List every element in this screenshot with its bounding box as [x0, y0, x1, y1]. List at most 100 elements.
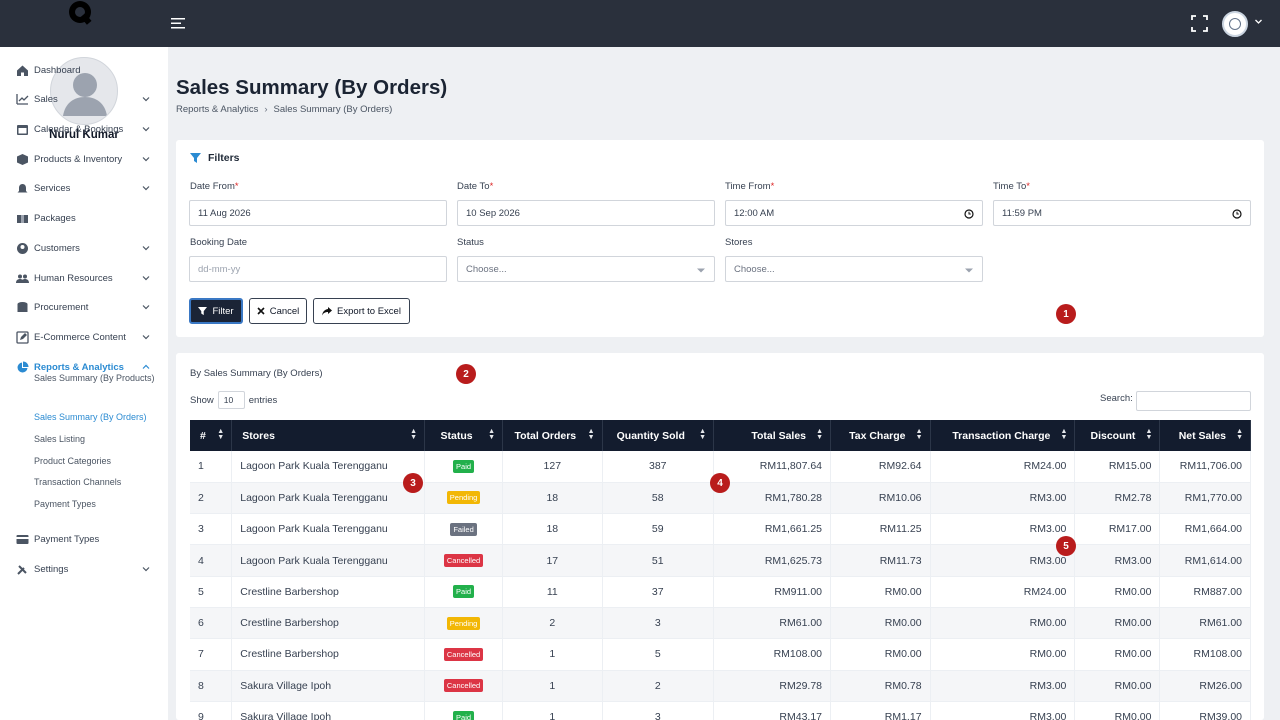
column-header-label: Quantity Sold [616, 429, 685, 442]
sidebar-subitem[interactable]: Payment Types [34, 498, 159, 510]
table-cell: RM15.00 [1074, 451, 1161, 483]
sidebar-item-calendar-bookings[interactable]: Calendar & Bookings [0, 118, 168, 140]
sidebar-item-sales[interactable]: Sales [0, 88, 168, 110]
chevron-down-icon [142, 335, 150, 340]
table-cell: 1 [190, 451, 233, 483]
filter-button[interactable]: Filter [189, 298, 243, 324]
sidebar-subitem[interactable]: Product Categories [34, 455, 159, 467]
menu-toggle-icon[interactable] [170, 15, 186, 31]
table-cell: RM3.00 [930, 701, 1076, 720]
date-to-input[interactable]: 10 Sep 2026 [457, 200, 715, 226]
column-header[interactable]: Tax Charge ▲ ▼ [830, 420, 931, 451]
table-cell: Sakura Village Ipoh [231, 701, 426, 720]
chevron-down-icon [142, 127, 150, 132]
sidebar-subitem[interactable]: Sales Summary (By Orders) [34, 411, 159, 423]
sidebar-item-customers[interactable]: Customers [0, 237, 168, 259]
table-cell: RM0.00 [830, 576, 931, 608]
status-select[interactable]: Choose... [457, 256, 715, 282]
sidebar-item-products-inventory[interactable]: Products & Inventory [0, 148, 168, 170]
sidebar-item-e-commerce-content[interactable]: E-Commerce Content [0, 326, 168, 348]
sort-icon: ▲ ▼ [699, 428, 707, 441]
sidebar: Nurul Kumar Dashboard Sales Calendar & Boo… [0, 47, 168, 720]
entries-label: entries [248, 394, 278, 406]
chevron-down-icon [142, 567, 150, 572]
column-header[interactable]: Quantity Sold ▲ ▼ [602, 420, 715, 451]
table-cell: RM0.00 [1074, 576, 1161, 608]
stores-label: Stores [725, 237, 753, 248]
credit-card-icon [16, 533, 29, 546]
date-from-input[interactable]: 11 Aug 2026 [189, 200, 447, 226]
table-cell: RM26.00 [1159, 670, 1251, 702]
sidebar-item-dashboard[interactable]: Dashboard [0, 59, 168, 81]
chart-line-icon [16, 93, 29, 106]
app-logo[interactable] [64, 0, 96, 28]
chevron-down-icon [142, 157, 150, 162]
table-cell: RM911.00 [713, 576, 832, 608]
table-cell: 3 [602, 701, 715, 720]
sidebar-item-label: Procurement [34, 301, 89, 313]
home-icon [16, 64, 29, 77]
top-navbar [0, 0, 1280, 47]
entries-select[interactable]: 10 [217, 391, 245, 409]
sidebar-item-settings[interactable]: Settings [0, 558, 168, 580]
table-cell: 7 [190, 638, 233, 671]
filter-icon [198, 306, 208, 315]
sidebar-item-label: Human Resources [34, 272, 113, 284]
table-cell: 18 [502, 513, 603, 546]
search-input[interactable] [1136, 391, 1251, 411]
column-header[interactable]: Stores ▲ ▼ [231, 420, 426, 451]
booking-date-input[interactable]: dd-mm-yy [189, 256, 447, 282]
chevron-down-icon[interactable] [1254, 17, 1263, 26]
column-header[interactable]: Net Sales ▲ ▼ [1159, 420, 1251, 451]
column-header[interactable]: # ▲ ▼ [190, 420, 233, 451]
table-cell: RM29.78 [713, 670, 832, 702]
time-to-input[interactable]: 11:59 PM [993, 200, 1251, 226]
table-cell: RM1,780.28 [713, 482, 832, 515]
sidebar-item-procurement[interactable]: Procurement [0, 296, 168, 318]
export-excel-button[interactable]: Export to Excel [313, 298, 410, 324]
table-cell: Failed [424, 513, 504, 546]
sort-icon: ▲ ▼ [217, 428, 225, 441]
time-from-input[interactable]: 12:00 AM [725, 200, 983, 226]
sidebar-item-human-resources[interactable]: Human Resources [0, 267, 168, 289]
status-badge: Paid [453, 459, 475, 473]
fullscreen-icon[interactable] [1191, 15, 1208, 32]
chevron-down-icon [142, 97, 150, 102]
table-row: 3 Lagoon Park Kuala Terengganu Failed 18 59 R… [190, 513, 1251, 546]
breadcrumb-item[interactable]: Reports & Analytics [176, 104, 258, 115]
sidebar-subitem[interactable]: Sales Listing [34, 433, 159, 445]
chevron-down-icon [142, 186, 150, 191]
table-cell: 1 [502, 638, 603, 671]
database-icon [16, 301, 29, 314]
table-cell: Crestline Barbershop [231, 576, 426, 608]
sidebar-subitem[interactable]: Transaction Channels [34, 476, 159, 488]
user-avatar[interactable] [1222, 11, 1248, 37]
cancel-button[interactable]: Cancel [249, 298, 307, 324]
column-header[interactable]: Status ▲ ▼ [424, 420, 504, 451]
table-cell: RM0.00 [1074, 701, 1161, 720]
table-cell: 1 [502, 670, 603, 702]
breadcrumb-separator: › [264, 104, 268, 115]
stores-select[interactable]: Choose... [725, 256, 983, 282]
annotation-marker: 5 [1056, 536, 1076, 556]
table-cell: RM3.00 [930, 482, 1076, 515]
column-header[interactable]: Discount ▲ ▼ [1074, 420, 1161, 451]
sidebar-subitem[interactable]: Sales Summary (By Products) [34, 372, 159, 384]
column-header[interactable]: Total Orders ▲ ▼ [502, 420, 603, 451]
column-header[interactable]: Total Sales ▲ ▼ [713, 420, 832, 451]
sort-icon: ▲ ▼ [1060, 428, 1068, 441]
sidebar-item-packages[interactable]: Packages [0, 207, 168, 229]
column-header[interactable]: Transaction Charge ▲ ▼ [930, 420, 1076, 451]
sidebar-item-services[interactable]: Services [0, 177, 168, 199]
table-cell: RM1,661.25 [713, 513, 832, 546]
sort-icon: ▲ ▼ [587, 428, 595, 441]
status-badge: Pending [446, 616, 481, 630]
sidebar-item-label: Services [34, 182, 71, 194]
table-cell: 3 [602, 607, 715, 640]
column-header-label: Discount [1090, 429, 1136, 442]
chevron-down-icon [142, 276, 150, 281]
table-row: 7 Crestline Barbershop Cancelled 1 5 RM108.00… [190, 638, 1251, 671]
table-cell: RM0.00 [930, 607, 1076, 640]
sidebar-item-payment-types[interactable]: Payment Types [0, 528, 168, 550]
table-cell: RM0.00 [1074, 638, 1161, 671]
